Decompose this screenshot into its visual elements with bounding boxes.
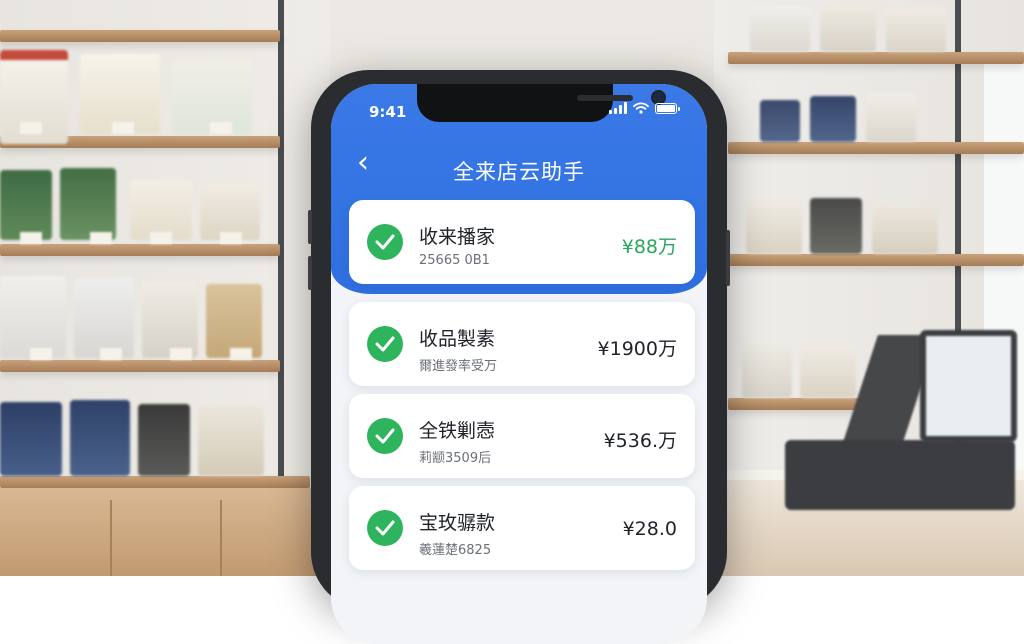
check-circle-icon xyxy=(367,510,403,546)
shelf xyxy=(0,30,280,42)
volume-up-button xyxy=(308,210,312,244)
price-tag xyxy=(210,122,232,134)
product-bag xyxy=(810,198,862,254)
record-title: 收品製素 xyxy=(419,328,496,350)
product-bag xyxy=(138,404,190,476)
product-bag xyxy=(198,406,264,476)
smartphone: 9:41 ‹ 全来店云助手 收来播家 25665 0B1 ¥88万 收品製素 爾… xyxy=(308,70,730,644)
record-amount: ¥28.0 xyxy=(622,518,677,540)
product-bag xyxy=(0,170,52,240)
product-bag xyxy=(750,6,810,52)
record-title: 收来播家 xyxy=(419,226,496,248)
shelf xyxy=(0,244,280,256)
shelf xyxy=(728,254,1024,266)
notch xyxy=(417,84,664,122)
shelf xyxy=(0,476,310,488)
battery-icon xyxy=(655,102,680,114)
price-tag xyxy=(90,232,112,244)
price-tag xyxy=(150,232,172,244)
product-bag xyxy=(886,8,946,52)
product-bag xyxy=(130,180,192,240)
price-tag xyxy=(100,348,122,360)
product-bag xyxy=(206,284,262,358)
product-bag xyxy=(760,100,800,142)
product-bag xyxy=(872,204,938,254)
shelf xyxy=(0,360,280,372)
price-tag xyxy=(170,348,192,360)
record-amount: ¥88万 xyxy=(621,236,677,258)
shelf-post xyxy=(278,0,284,480)
record-subtitle: 莉颛3509后 xyxy=(419,451,492,466)
record-card[interactable]: 收品製素 爾進發率受万 ¥1900万 xyxy=(349,302,695,386)
status-time: 9:41 xyxy=(369,103,407,121)
record-card[interactable]: 宝玫骣款 羲蓮楚6825 ¥28.0 xyxy=(349,486,695,570)
price-tag xyxy=(30,348,52,360)
price-tag xyxy=(20,122,42,134)
record-amount: ¥1900万 xyxy=(597,338,677,360)
product-bag xyxy=(70,400,130,476)
record-card[interactable]: 收来播家 25665 0B1 ¥88万 xyxy=(349,200,695,284)
record-subtitle: 爾進發率受万 xyxy=(419,359,498,374)
price-tag xyxy=(220,232,242,244)
side-button xyxy=(726,230,730,286)
record-amount: ¥536.万 xyxy=(603,430,677,452)
product-bag xyxy=(746,200,802,254)
cabinet-seam xyxy=(220,500,222,576)
check-circle-icon xyxy=(367,224,403,260)
record-subtitle: 羲蓮楚6825 xyxy=(419,543,492,558)
check-circle-icon xyxy=(367,418,403,454)
record-title: 宝玫骣款 xyxy=(419,512,496,534)
pos-terminal-screen xyxy=(920,330,1017,442)
price-tag xyxy=(20,232,42,244)
pos-terminal-base xyxy=(785,440,1015,510)
phone-screen: 9:41 ‹ 全来店云助手 收来播家 25665 0B1 ¥88万 收品製素 爾… xyxy=(331,84,707,644)
record-subtitle: 25665 0B1 xyxy=(419,253,490,268)
product-bag xyxy=(74,278,134,358)
record-card[interactable]: 全铁剿悫 莉颛3509后 ¥536.万 xyxy=(349,394,695,478)
page-title: 全来店云助手 xyxy=(453,160,585,184)
status-icons xyxy=(609,102,680,114)
product-bag xyxy=(0,402,62,476)
product-bag xyxy=(742,340,792,398)
product-bag xyxy=(800,344,856,398)
cabinet-seam xyxy=(110,500,112,576)
record-title: 全铁剿悫 xyxy=(419,420,496,442)
volume-down-button xyxy=(308,256,312,290)
check-circle-icon xyxy=(367,326,403,362)
cabinet xyxy=(0,488,320,576)
product-bag xyxy=(0,276,66,358)
earpiece-speaker xyxy=(577,95,633,101)
price-tag xyxy=(112,122,134,134)
shelf xyxy=(728,52,1024,64)
price-tag xyxy=(230,348,252,360)
product-bag xyxy=(142,282,198,358)
wifi-icon xyxy=(633,102,649,114)
product-bag xyxy=(810,96,856,142)
signal-icon xyxy=(609,102,627,114)
product-bag xyxy=(866,92,916,142)
product-bag xyxy=(820,4,876,52)
shelf xyxy=(728,142,1024,154)
product-bag xyxy=(60,168,116,240)
